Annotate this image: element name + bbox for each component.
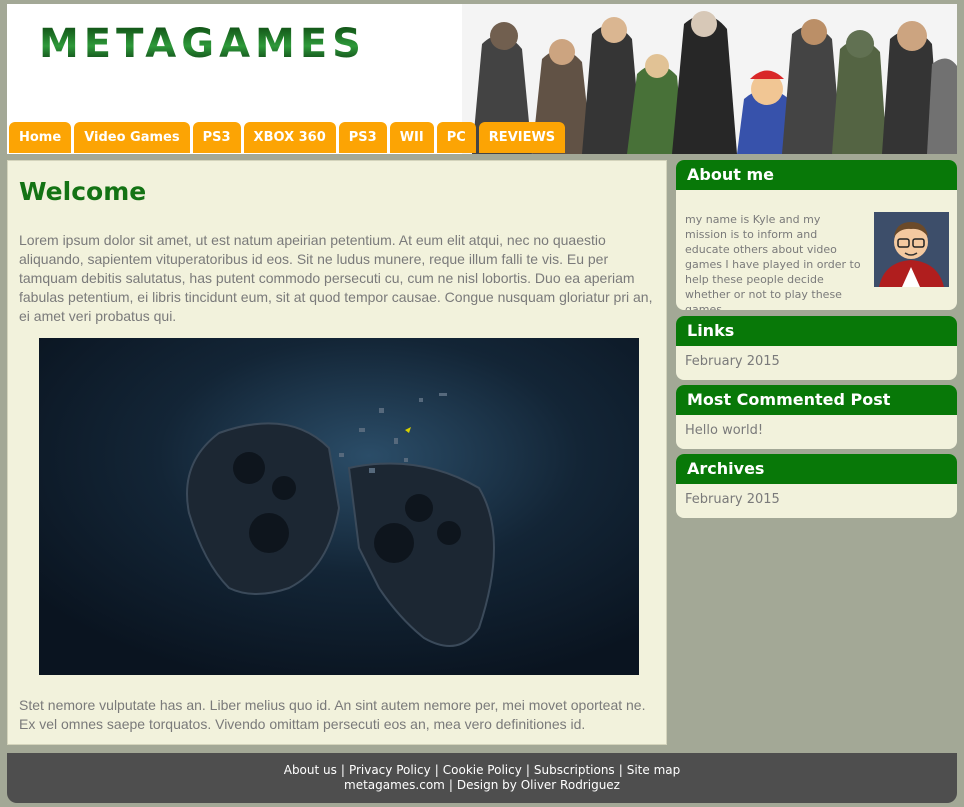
footer-link-sitemap[interactable]: Site map bbox=[627, 763, 681, 777]
footer-designer: Design by Oliver Rodriguez bbox=[456, 778, 620, 792]
links-widget-title: Links bbox=[676, 316, 957, 346]
nav-item-home[interactable]: Home bbox=[9, 122, 72, 153]
footer-separator: | bbox=[448, 778, 453, 792]
footer-credit: metagames.com | Design by Oliver Rodriguez bbox=[7, 778, 957, 793]
main-content: Welcome Lorem ipsum dolor sit amet, ut e… bbox=[7, 160, 667, 745]
about-widget: About me my name is Kyle and my mission … bbox=[676, 160, 957, 310]
footer-link-privacy[interactable]: Privacy Policy bbox=[349, 763, 431, 777]
footer-separator: | bbox=[618, 763, 623, 777]
links-widget: Links February 2015 bbox=[676, 316, 957, 380]
most-commented-widget-title: Most Commented Post bbox=[676, 385, 957, 415]
footer-separator: | bbox=[340, 763, 345, 777]
site-footer: About us | Privacy Policy | Cookie Policy | Su… bbox=[7, 753, 957, 803]
archives-widget-title: Archives bbox=[676, 454, 957, 484]
intro-paragraph: Lorem ipsum dolor sit amet, ut est natum… bbox=[19, 232, 653, 324]
archives-widget: Archives February 2015 bbox=[676, 454, 957, 518]
exploding-controller-image bbox=[39, 338, 639, 675]
page-title: Welcome bbox=[19, 177, 147, 206]
main-nav: Home Video Games PS3 XBOX 360 PS3 WII PC… bbox=[9, 122, 566, 154]
archives-item[interactable]: February 2015 bbox=[676, 484, 957, 507]
footer-link-about[interactable]: About us bbox=[284, 763, 337, 777]
footer-separator: | bbox=[434, 763, 439, 777]
footer-link-cookie[interactable]: Cookie Policy bbox=[443, 763, 522, 777]
nav-item-ps3-second[interactable]: PS3 bbox=[338, 122, 387, 153]
most-commented-widget: Most Commented Post Hello world! bbox=[676, 385, 957, 449]
nav-item-xbox-360[interactable]: XBOX 360 bbox=[243, 122, 336, 153]
avatar bbox=[874, 212, 949, 287]
links-item[interactable]: February 2015 bbox=[676, 346, 957, 369]
nav-item-video-games[interactable]: Video Games bbox=[74, 122, 190, 153]
nav-item-ps3[interactable]: PS3 bbox=[192, 122, 241, 153]
site-logo[interactable]: METAGAMES bbox=[39, 24, 366, 64]
footer-links: About us | Privacy Policy | Cookie Policy | Su… bbox=[7, 753, 957, 778]
site-header: METAGAMES Home Video Games PS3 XBOX 360 … bbox=[7, 4, 957, 154]
nav-item-wii[interactable]: WII bbox=[389, 122, 434, 153]
about-text: my name is Kyle and my mission is to inf… bbox=[685, 213, 861, 310]
nav-item-pc[interactable]: PC bbox=[436, 122, 476, 153]
about-widget-title: About me bbox=[676, 160, 957, 190]
footer-separator: | bbox=[525, 763, 530, 777]
closing-paragraph: Stet nemore vulputate has an. Liber meli… bbox=[19, 697, 646, 732]
nav-item-reviews[interactable]: REVIEWS bbox=[478, 122, 566, 153]
footer-site: metagames.com bbox=[344, 778, 445, 792]
most-commented-item[interactable]: Hello world! bbox=[676, 415, 957, 438]
footer-link-subscriptions[interactable]: Subscriptions bbox=[534, 763, 615, 777]
